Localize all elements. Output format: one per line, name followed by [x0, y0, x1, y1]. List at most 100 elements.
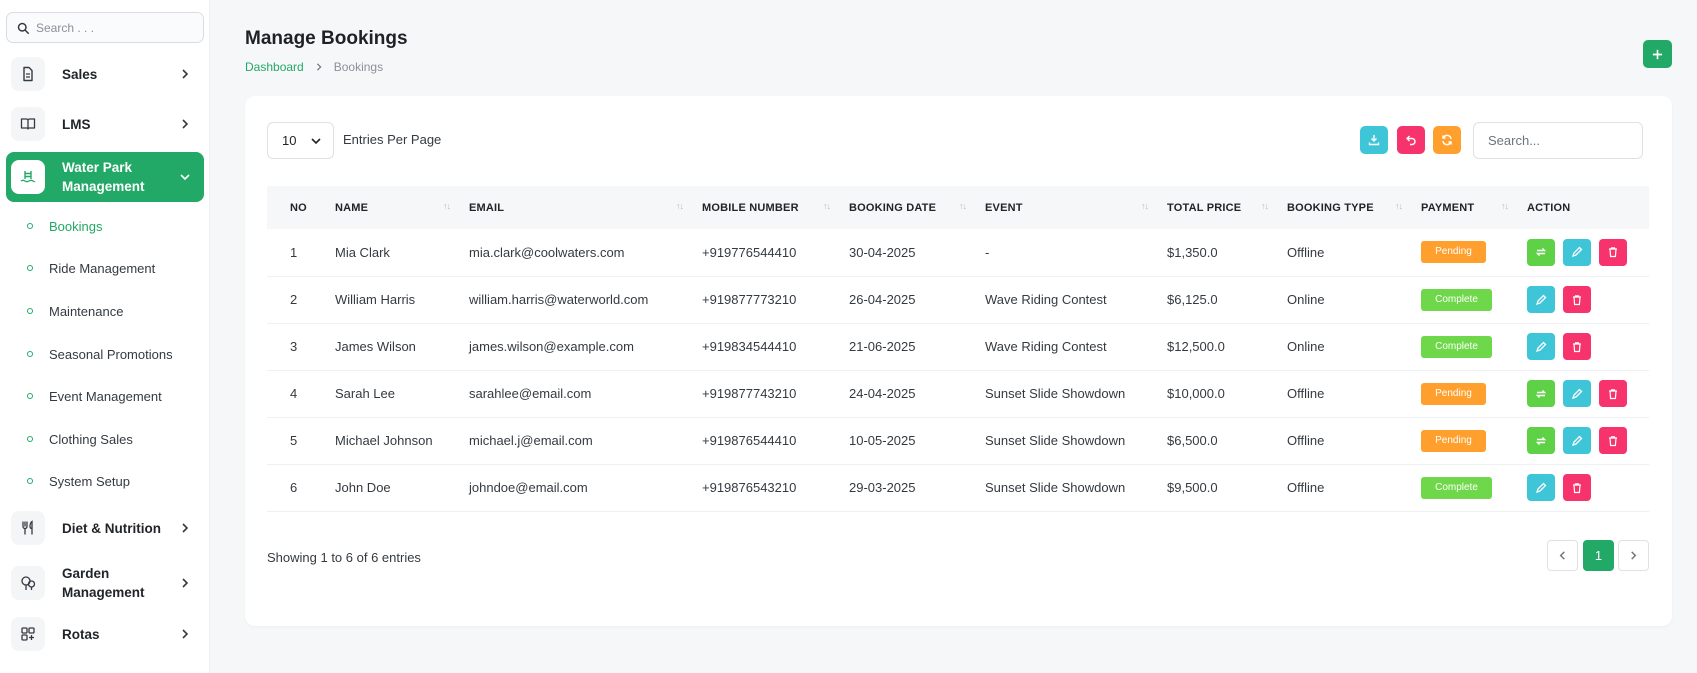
- refresh-icon: [1442, 134, 1452, 146]
- bullet-icon: [27, 308, 33, 314]
- cell-action: [1527, 323, 1649, 370]
- column-header-event[interactable]: EVENT ↑↓: [985, 186, 1167, 229]
- delete-button[interactable]: [1563, 286, 1591, 313]
- sync-icon: [1535, 248, 1547, 257]
- book-icon: [11, 107, 45, 141]
- pencil-icon: [1571, 435, 1583, 446]
- sidebar-subitem-event-management[interactable]: Event Management: [27, 386, 162, 406]
- column-header-booking-type[interactable]: BOOKING TYPE ↑↓: [1287, 186, 1421, 229]
- cell-booking-type: Offline: [1287, 244, 1325, 260]
- chevron-right-icon: [182, 69, 189, 79]
- cell-payment: Pending: [1421, 370, 1527, 417]
- cell-action: [1527, 417, 1649, 464]
- sidebar-item-diet-nutrition[interactable]: Diet & Nutrition: [6, 511, 204, 545]
- cell-payment: Complete: [1421, 464, 1527, 511]
- delete-button[interactable]: [1599, 238, 1627, 266]
- add-booking-button[interactable]: [1643, 40, 1672, 68]
- pagination-prev-button[interactable]: [1547, 540, 1578, 571]
- bookings-table: NO NAME ↑↓ EMAIL ↑↓ MOBILE NUMBER ↑↓ BOOKIN…: [267, 186, 1649, 512]
- sidebar-item-lms[interactable]: LMS: [6, 107, 204, 141]
- sync-payment-button[interactable]: [1527, 380, 1555, 407]
- cell-mobile: +919776544410: [702, 244, 797, 260]
- cell-action: [1527, 370, 1649, 417]
- edit-button[interactable]: [1563, 380, 1591, 407]
- sync-icon: [1535, 436, 1547, 445]
- cell-mobile: +919876544410: [702, 433, 797, 448]
- chevron-right-icon: [316, 63, 322, 71]
- sidebar-item-garden-management[interactable]: Garden Management: [6, 564, 204, 602]
- export-button[interactable]: [1360, 126, 1388, 154]
- undo-icon: [1406, 135, 1416, 146]
- cell-booking-type: Offline: [1287, 386, 1325, 401]
- cell-mobile: +919834544410: [702, 339, 797, 354]
- column-header-name[interactable]: NAME ↑↓: [335, 186, 469, 229]
- cell-total-price: $6,500.0: [1167, 433, 1218, 448]
- sort-icon: ↑↓: [959, 201, 967, 211]
- sidebar-subitem-seasonal-promotions[interactable]: Seasonal Promotions: [27, 344, 173, 364]
- pagination-next-button[interactable]: [1618, 540, 1649, 571]
- cell-no: 2: [290, 292, 298, 307]
- sidebar-subitem-system-setup[interactable]: System Setup: [27, 471, 130, 491]
- sidebar-subitem-clothing-sales[interactable]: Clothing Sales: [27, 429, 133, 449]
- delete-button[interactable]: [1563, 333, 1591, 360]
- delete-button[interactable]: [1599, 380, 1627, 407]
- sync-payment-button[interactable]: [1527, 238, 1555, 266]
- pagination-page-button[interactable]: 1: [1583, 540, 1614, 571]
- cell-no: 6: [290, 480, 298, 495]
- tree-icon: [11, 566, 45, 600]
- edit-button[interactable]: [1527, 474, 1555, 501]
- sidebar-subitem-ride-management[interactable]: Ride Management: [27, 258, 155, 278]
- delete-button[interactable]: [1563, 474, 1591, 501]
- table-row: 5 Michael Johnson michael.j@email.com +9…: [267, 417, 1649, 464]
- table-search-input[interactable]: [1473, 122, 1643, 159]
- column-header-email[interactable]: EMAIL ↑↓: [469, 186, 702, 229]
- bullet-icon: [27, 351, 33, 357]
- sidebar-item-sales[interactable]: Sales: [6, 57, 204, 91]
- column-header-mobile[interactable]: MOBILE NUMBER ↑↓: [702, 186, 849, 229]
- sync-payment-button[interactable]: [1527, 427, 1555, 454]
- cell-email: mia.clark@coolwaters.com: [469, 244, 625, 260]
- undo-button[interactable]: [1397, 126, 1425, 154]
- sidebar-item-water-park-management[interactable]: Water Park Management: [6, 152, 204, 202]
- table-row: 4 Sarah Lee sarahlee@email.com +91987774…: [267, 370, 1649, 417]
- entries-per-page-label: Entries Per Page: [343, 132, 442, 147]
- sidebar-search-input[interactable]: [36, 20, 196, 35]
- sort-icon: ↑↓: [676, 201, 684, 211]
- cell-email: johndoe@email.com: [469, 480, 588, 495]
- payment-status-badge: Pending: [1421, 429, 1486, 452]
- trash-icon: [1573, 294, 1581, 305]
- cell-name: Sarah Lee: [335, 386, 395, 401]
- cell-mobile: +919877773210: [702, 292, 797, 307]
- delete-button[interactable]: [1599, 427, 1627, 454]
- edit-button[interactable]: [1563, 238, 1591, 266]
- edit-button[interactable]: [1563, 427, 1591, 454]
- cell-booking-type: Online: [1287, 292, 1325, 307]
- payment-status-badge: Pending: [1421, 241, 1486, 264]
- breadcrumb-dashboard-link[interactable]: Dashboard: [245, 60, 304, 74]
- sidebar-item-label: Rotas: [62, 626, 100, 642]
- cell-name: John Doe: [335, 480, 391, 495]
- sidebar: Sales LMS Water Park Management Bookings…: [0, 0, 210, 673]
- sort-icon: ↑↓: [1395, 201, 1403, 211]
- sidebar-subitem-bookings[interactable]: Bookings: [27, 216, 102, 236]
- trash-icon: [1573, 341, 1581, 352]
- refresh-button[interactable]: [1433, 126, 1461, 154]
- column-header-booking-date[interactable]: BOOKING DATE ↑↓: [849, 186, 985, 229]
- edit-button[interactable]: [1527, 286, 1555, 313]
- column-header-total-price[interactable]: TOTAL PRICE ↑↓: [1167, 186, 1287, 229]
- chevron-right-icon: [182, 523, 189, 533]
- sidebar-item-rotas[interactable]: Rotas: [6, 617, 204, 651]
- edit-button[interactable]: [1527, 333, 1555, 360]
- entries-per-page-select[interactable]: 10: [267, 122, 334, 159]
- chevron-down-icon: [180, 174, 190, 181]
- cell-payment: Complete: [1421, 323, 1527, 370]
- bullet-icon: [27, 478, 33, 484]
- cell-total-price: $9,500.0: [1167, 480, 1218, 495]
- pencil-icon: [1535, 341, 1547, 352]
- sidebar-subitem-maintenance[interactable]: Maintenance: [27, 301, 123, 321]
- cell-booking-type: Online: [1287, 339, 1325, 354]
- column-header-payment[interactable]: PAYMENT ↑↓: [1421, 186, 1527, 229]
- sidebar-subitem-label: Maintenance: [49, 303, 124, 319]
- cell-booking-date: 29-03-2025: [849, 480, 916, 495]
- chevron-down-icon: [311, 137, 322, 144]
